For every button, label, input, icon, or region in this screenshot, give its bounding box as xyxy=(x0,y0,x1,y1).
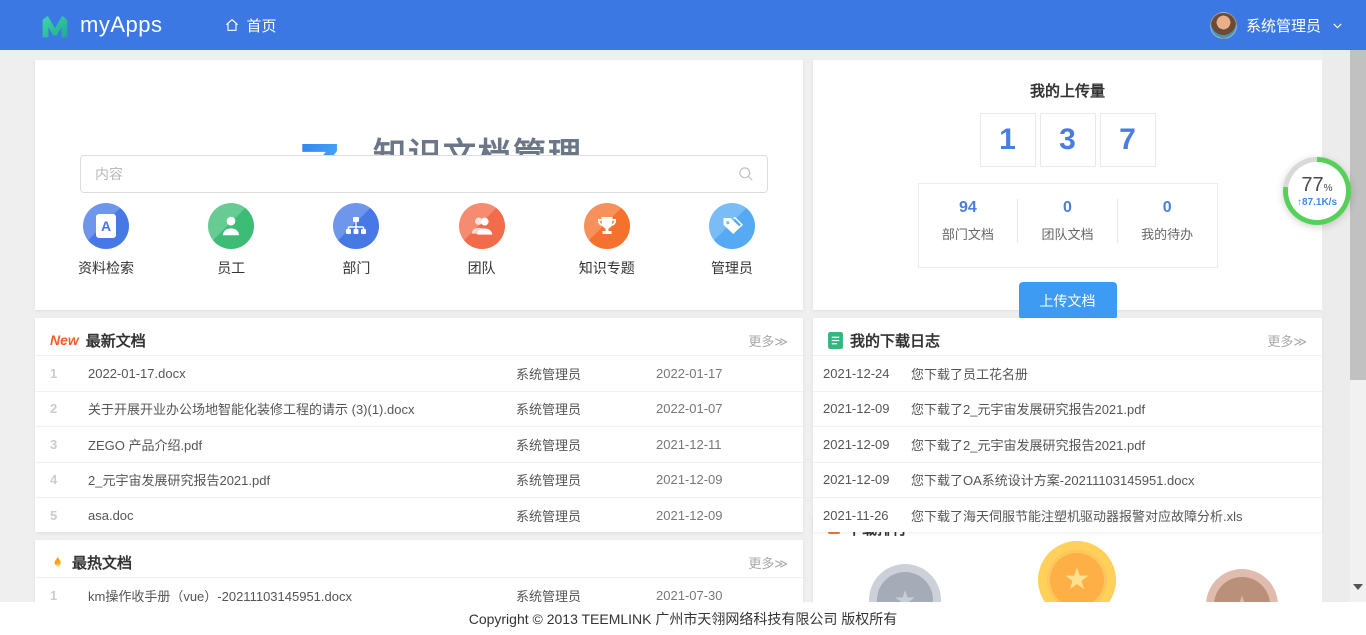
inner-scroll-gutter xyxy=(1322,50,1350,602)
home-icon xyxy=(224,17,240,33)
knowledge-doc-portal: myApps 首页 系统管理员 Z 知识文档管理 Knowl xyxy=(0,0,1366,635)
percent-sign: % xyxy=(1324,183,1333,194)
latest-docs-header: New 最新文档 更多≫ xyxy=(35,325,803,355)
scrollbar-down-arrow-icon[interactable] xyxy=(1353,584,1363,590)
brand-name: myApps xyxy=(80,12,162,38)
latest-docs-card: New 最新文档 更多≫ 1 2022-01-17.docx 系统管理员 202… xyxy=(35,318,803,532)
download-log-card: 我的下载日志 更多≫ 2021-12-24 您下载了员工花名册 2021-12-… xyxy=(813,318,1322,532)
shortcut-department[interactable]: 部门 xyxy=(313,203,399,278)
latest-docs-title: 最新文档 xyxy=(86,330,146,351)
doc-stats: 94 部门文档 0 团队文档 0 我的待办 xyxy=(918,183,1218,268)
hero-card: Z 知识文档管理 Knowledge document management A xyxy=(35,60,803,310)
people-icon xyxy=(469,213,495,239)
upload-count-title: 我的上传量 xyxy=(813,80,1322,101)
flame-icon xyxy=(50,554,65,571)
log-notebook-icon xyxy=(828,332,843,349)
doc-name-link[interactable]: asa.doc xyxy=(88,508,516,523)
digit-box: 3 xyxy=(1040,113,1096,167)
doc-name-link[interactable]: ZEGO 产品介绍.pdf xyxy=(88,435,516,454)
hot-docs-header: 最热文档 更多≫ xyxy=(35,547,803,577)
progress-percent: 77 xyxy=(1301,174,1323,196)
shortcut-employee[interactable]: 员工 xyxy=(188,203,274,278)
user-avatar xyxy=(1210,12,1237,39)
user-menu[interactable]: 系统管理员 xyxy=(1210,0,1344,50)
search-icon[interactable] xyxy=(737,165,755,183)
digit-box: 1 xyxy=(980,113,1036,167)
list-item[interactable]: 2021-11-26 您下载了海天伺服节能注塑机驱动器报警对应故障分析.xls xyxy=(813,497,1322,533)
stat-my-todo: 0 我的待办 xyxy=(1117,199,1217,243)
trophy-icon xyxy=(595,214,619,238)
upload-speed: ↑87.1K/s xyxy=(1297,197,1337,208)
search-input[interactable] xyxy=(81,166,737,182)
table-row[interactable]: 3 ZEGO 产品介绍.pdf 系统管理员 2021-12-11 xyxy=(35,426,803,462)
digit-box: 7 xyxy=(1100,113,1156,167)
hot-docs-title: 最热文档 xyxy=(72,552,132,573)
upload-doc-button[interactable]: 上传文档 xyxy=(1019,282,1117,320)
scrollbar-track[interactable] xyxy=(1350,50,1366,602)
nav-home-label: 首页 xyxy=(246,15,276,36)
upload-progress-inner: 77% ↑87.1K/s xyxy=(1288,162,1346,220)
list-item[interactable]: 2021-12-09 您下载了2_元宇宙发展研究报告2021.pdf xyxy=(813,391,1322,427)
new-badge-icon: New xyxy=(50,332,79,348)
myapps-m-icon xyxy=(40,10,70,40)
search-bar xyxy=(80,155,768,193)
user-name: 系统管理员 xyxy=(1246,15,1321,36)
download-log-title: 我的下载日志 xyxy=(850,330,940,351)
stat-team-docs: 0 团队文档 xyxy=(1017,199,1117,243)
person-icon xyxy=(218,213,244,239)
stat-dept-docs: 94 部门文档 xyxy=(919,199,1018,243)
chevron-down-icon xyxy=(1331,19,1344,32)
shortcut-team[interactable]: 团队 xyxy=(439,203,525,278)
footer: Copyright © 2013 TEEMLINK 广州市天翎网络科技有限公司 … xyxy=(0,602,1366,635)
latest-docs-more-link[interactable]: 更多≫ xyxy=(748,331,788,350)
doc-name-link[interactable]: 2_元宇宙发展研究报告2021.pdf xyxy=(88,470,516,489)
nav-home[interactable]: 首页 xyxy=(224,15,276,36)
table-row[interactable]: 1 2022-01-17.docx 系统管理员 2022-01-17 xyxy=(35,355,803,391)
upload-progress-widget[interactable]: 77% ↑87.1K/s xyxy=(1283,157,1351,225)
table-row[interactable]: 4 2_元宇宙发展研究报告2021.pdf 系统管理员 2021-12-09 xyxy=(35,462,803,498)
shortcut-doc-search[interactable]: A 资料检索 xyxy=(63,203,149,278)
upload-stats-card: 我的上传量 1 3 7 94 部门文档 0 团队文档 0 我的待办 上传文档 xyxy=(813,60,1322,310)
doc-name-link[interactable]: 关于开展开业办公场地智能化装修工程的请示 (3)(1).docx xyxy=(88,399,516,418)
org-chart-icon xyxy=(344,214,368,238)
table-row[interactable]: 2 关于开展开业办公场地智能化装修工程的请示 (3)(1).docx 系统管理员… xyxy=(35,391,803,427)
brand-logo[interactable]: myApps xyxy=(40,10,162,40)
top-navbar: myApps 首页 系统管理员 xyxy=(0,0,1366,50)
list-item[interactable]: 2021-12-09 您下载了2_元宇宙发展研究报告2021.pdf xyxy=(813,426,1322,462)
hot-docs-more-link[interactable]: 更多≫ xyxy=(748,553,788,572)
shortcut-row: A 资料检索 员工 xyxy=(63,203,775,278)
download-log-more-link[interactable]: 更多≫ xyxy=(1267,331,1307,350)
doc-name-link[interactable]: 2022-01-17.docx xyxy=(88,366,516,381)
scrollbar-thumb[interactable] xyxy=(1350,50,1366,380)
table-row[interactable]: 5 asa.doc 系统管理员 2021-12-09 xyxy=(35,497,803,533)
shortcut-admin[interactable]: 管理员 xyxy=(689,203,775,278)
copyright-text: Copyright © 2013 TEEMLINK 广州市天翎网络科技有限公司 … xyxy=(469,609,898,629)
tags-icon xyxy=(720,214,744,238)
download-log-header: 我的下载日志 更多≫ xyxy=(813,325,1322,355)
upload-count-digits: 1 3 7 xyxy=(813,113,1322,167)
list-item[interactable]: 2021-12-09 您下载了OA系统设计方案-20211103145951.d… xyxy=(813,462,1322,498)
doc-search-icon: A xyxy=(96,214,116,238)
shortcut-knowledge-topic[interactable]: 知识专题 xyxy=(564,203,650,278)
list-item[interactable]: 2021-12-24 您下载了员工花名册 xyxy=(813,355,1322,391)
